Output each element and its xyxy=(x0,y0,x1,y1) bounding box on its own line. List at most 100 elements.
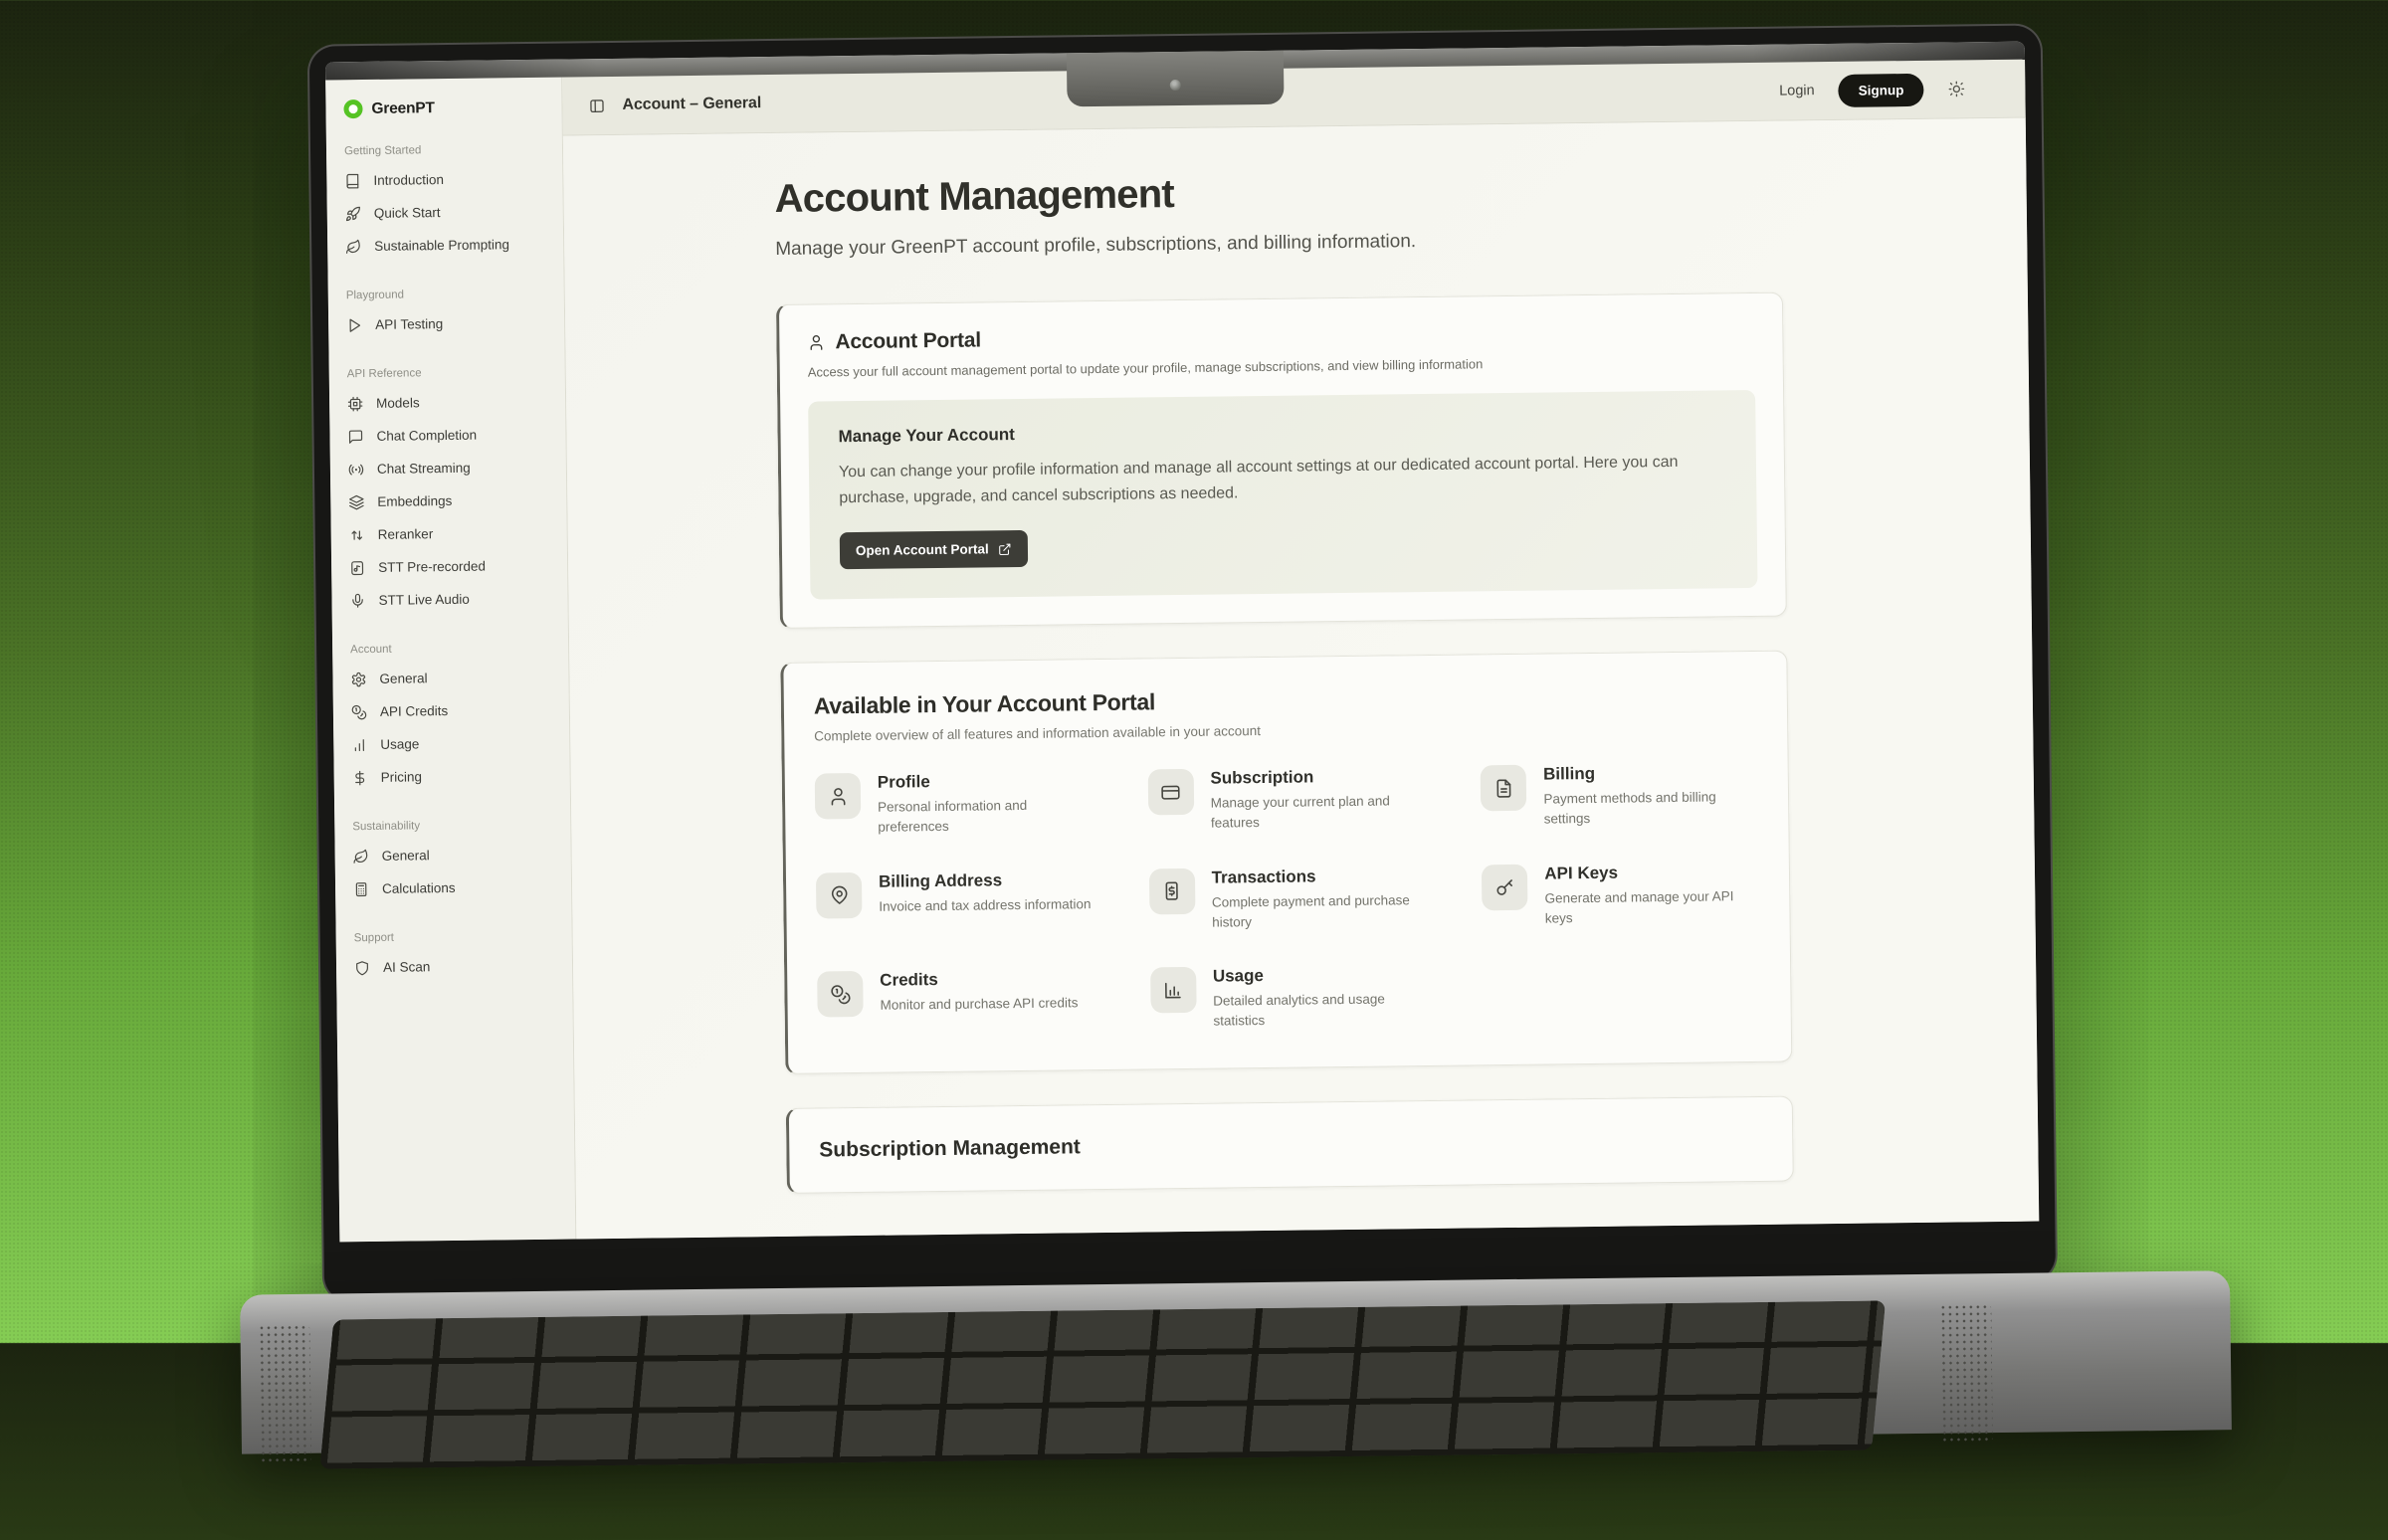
open-account-portal-button[interactable]: Open Account Portal xyxy=(840,530,1028,569)
laptop-display: GreenPT Getting Started IntroductionQuick… xyxy=(325,42,2039,1243)
topbar-left: Account – General xyxy=(588,95,761,114)
feature-title: Usage xyxy=(1213,964,1428,987)
greenpt-logo-icon xyxy=(343,99,362,118)
sidebar-item-api-reference-stt-pre-recorded[interactable]: STT Pre-recorded xyxy=(347,549,557,585)
feature-description: Monitor and purchase API credits xyxy=(880,993,1078,1016)
sidebar-item-account-general[interactable]: General xyxy=(348,661,558,696)
portal-features-grid: ProfilePersonal information and preferen… xyxy=(815,762,1761,1037)
sidebar-item-account-usage[interactable]: Usage xyxy=(349,726,559,762)
feature-description: Complete payment and purchase history xyxy=(1212,890,1427,933)
user-icon xyxy=(807,333,825,351)
screen-notch xyxy=(1067,51,1285,107)
feature-title: Billing Address xyxy=(879,869,1091,892)
sidebar-section-sustainability: SustainabilityGeneralCalculations xyxy=(350,819,561,906)
content-scroll-area[interactable]: Account Management Manage your GreenPT a… xyxy=(563,118,2039,1240)
map-pin-icon xyxy=(816,872,863,919)
sidebar-item-api-reference-reranker[interactable]: Reranker xyxy=(347,516,557,552)
feature-api-keys: API KeysGenerate and manage your API key… xyxy=(1482,862,1759,930)
feature-title: API Keys xyxy=(1544,862,1759,884)
feature-description: Manage your current plan and features xyxy=(1211,791,1426,834)
page-subtitle: Manage your GreenPT account profile, sub… xyxy=(775,227,1782,261)
sidebar-item-account-pricing[interactable]: Pricing xyxy=(350,759,560,795)
portal-features-subtitle: Complete overview of all features and in… xyxy=(814,717,1757,744)
speaker-grille-left xyxy=(258,1324,311,1464)
gear-icon xyxy=(350,672,366,687)
feature-billing: BillingPayment methods and billing setti… xyxy=(1481,762,1758,831)
feature-description: Detailed analytics and usage statistics xyxy=(1213,989,1428,1032)
sidebar-item-api-reference-models[interactable]: Models xyxy=(345,385,555,421)
feature-title: Billing xyxy=(1543,762,1758,785)
feature-title: Transactions xyxy=(1212,866,1427,888)
sort-arrows-icon xyxy=(349,527,365,543)
sidebar-sections: Getting StartedIntroductionQuick StartSu… xyxy=(342,143,562,985)
sidebar-item-sustainability-calculations[interactable]: Calculations xyxy=(351,870,561,906)
topbar-right: Login Signup xyxy=(1779,73,1966,107)
manage-account-title: Manage Your Account xyxy=(838,416,1725,447)
sidebar-section-playground: Playground API Testing xyxy=(344,288,555,342)
shield-icon xyxy=(354,959,370,975)
manage-account-body: You can change your profile information … xyxy=(839,449,1715,510)
feature-transactions: TransactionsComplete payment and purchas… xyxy=(1149,866,1427,934)
sidebar-item-playground-api-testing[interactable]: API Testing xyxy=(344,306,554,342)
subscription-management-card: Subscription Management xyxy=(786,1095,1794,1193)
feature-subscription: SubscriptionManage your current plan and… xyxy=(1147,766,1425,835)
page-breadcrumb-title: Account – General xyxy=(622,95,761,114)
sidebar-item-api-reference-embeddings[interactable]: Embeddings xyxy=(346,483,556,519)
sidebar-item-getting-started-introduction[interactable]: Introduction xyxy=(342,162,552,198)
sidebar-section-label: Playground xyxy=(346,288,554,302)
chip-icon xyxy=(347,396,363,412)
account-portal-title: Account Portal xyxy=(835,328,981,354)
sidebar-section-account: Account GeneralAPI CreditsUsagePricing xyxy=(348,642,560,795)
feature-usage: UsageDetailed analytics and usage statis… xyxy=(1150,964,1428,1033)
credit-card-icon xyxy=(1147,769,1194,816)
sidebar-section-label: Support xyxy=(354,930,562,945)
feature-credits: CreditsMonitor and purchase API credits xyxy=(817,968,1094,1037)
login-link[interactable]: Login xyxy=(1779,83,1815,98)
sidebar: GreenPT Getting Started IntroductionQuick… xyxy=(325,78,576,1243)
feature-title: Profile xyxy=(878,770,1093,793)
sidebar-section-api-reference: API Reference ModelsChat CompletionChat S… xyxy=(345,366,558,618)
main-area: Account – General Login Signup Account M… xyxy=(562,60,2039,1240)
brand-name: GreenPT xyxy=(371,99,434,118)
sidebar-section-getting-started: Getting Started IntroductionQuick StartSu… xyxy=(342,143,553,264)
account-portal-description: Access your full account management port… xyxy=(808,353,1755,380)
receipt-icon xyxy=(1149,868,1196,915)
sidebar-item-getting-started-sustainable-prompting[interactable]: Sustainable Prompting xyxy=(343,228,553,264)
open-account-portal-label: Open Account Portal xyxy=(856,542,989,559)
sidebar-section-label: Account xyxy=(350,642,558,657)
feature-description: Invoice and tax address information xyxy=(879,894,1091,917)
sidebar-item-getting-started-quick-start[interactable]: Quick Start xyxy=(343,195,553,231)
sun-icon[interactable] xyxy=(1947,80,1965,97)
sidebar-item-api-reference-stt-live-audio[interactable]: STT Live Audio xyxy=(347,582,557,618)
account-portal-card: Account Portal Access your full account … xyxy=(776,292,1787,630)
sidebar-item-account-api-credits[interactable]: API Credits xyxy=(349,693,559,729)
file-text-icon xyxy=(1481,765,1527,812)
webcam-icon xyxy=(1170,80,1181,91)
sidebar-item-sustainability-general[interactable]: General xyxy=(350,838,560,873)
broadcast-icon xyxy=(348,462,364,478)
brand-logo[interactable]: GreenPT xyxy=(341,97,551,119)
panel-left-icon[interactable] xyxy=(588,97,605,114)
play-icon xyxy=(346,317,362,333)
sidebar-item-support-ai-scan[interactable]: AI Scan xyxy=(352,949,562,985)
feature-billing-address: Billing AddressInvoice and tax address i… xyxy=(816,869,1094,938)
sidebar-item-api-reference-chat-streaming[interactable]: Chat Streaming xyxy=(346,451,556,486)
keyboard xyxy=(319,1300,1886,1468)
calculator-icon xyxy=(353,881,369,897)
portal-features-title: Available in Your Account Portal xyxy=(814,681,1757,720)
mic-icon xyxy=(349,593,365,609)
sidebar-item-api-reference-chat-completion[interactable]: Chat Completion xyxy=(345,418,555,454)
user-icon xyxy=(815,773,862,820)
sidebar-section-label: API Reference xyxy=(347,366,555,381)
page-title: Account Management xyxy=(774,165,1781,222)
key-icon xyxy=(1482,864,1528,910)
signup-button[interactable]: Signup xyxy=(1838,73,1923,106)
laptop-screen: GreenPT Getting Started IntroductionQuick… xyxy=(309,25,2056,1301)
feature-description: Personal information and preferences xyxy=(878,795,1093,838)
sidebar-section-label: Getting Started xyxy=(344,143,552,158)
external-link-icon xyxy=(998,542,1012,556)
sidebar-section-support: Support AI Scan xyxy=(352,930,563,985)
leaf-icon xyxy=(345,239,361,255)
app-window: GreenPT Getting Started IntroductionQuick… xyxy=(325,60,2039,1243)
layers-icon xyxy=(348,494,364,510)
